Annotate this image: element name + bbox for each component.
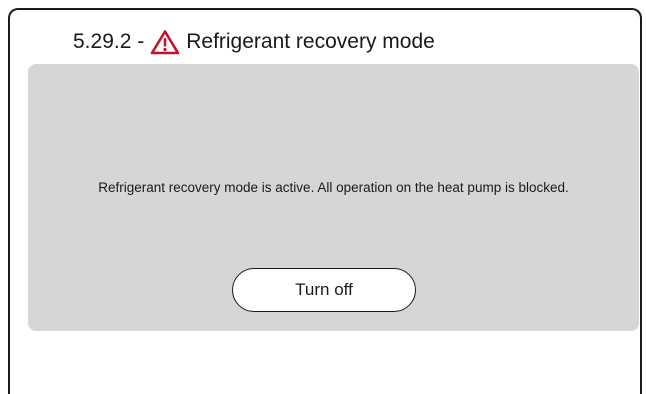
warning-triangle-icon [150,29,180,55]
page-header: 5.29.2 - Refrigerant recovery mode [73,27,435,57]
turn-off-button[interactable]: Turn off [232,268,416,312]
menu-code: 5.29.2 - [73,30,145,53]
status-message: Refrigerant recovery mode is active. All… [98,180,569,195]
recovery-mode-panel: Refrigerant recovery mode is active. All… [28,64,639,331]
page-title: Refrigerant recovery mode [186,30,435,53]
